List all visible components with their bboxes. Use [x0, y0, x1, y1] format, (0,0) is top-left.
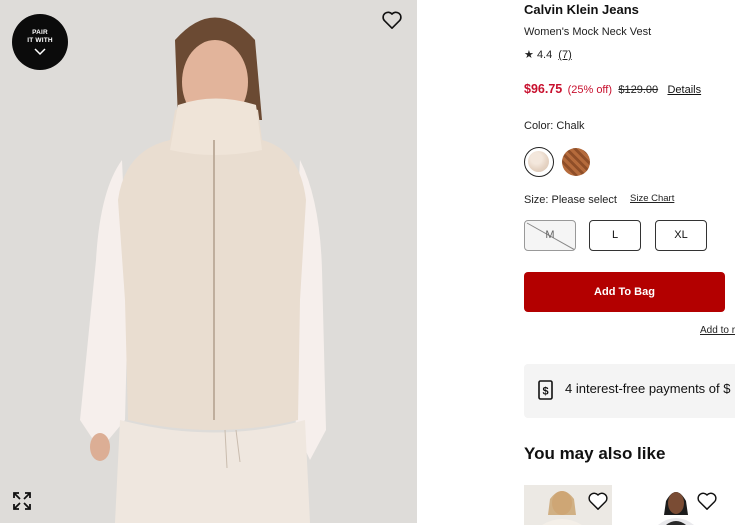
price-details-link[interactable]: Details — [667, 84, 701, 96]
color-label: Color: Chalk — [524, 120, 585, 132]
discount-percent: (25% off) — [567, 84, 613, 96]
installment-banner[interactable]: $ 4 interest-free payments of $ — [524, 364, 735, 418]
original-price: $129.00 — [618, 84, 659, 96]
pair-it-with-button[interactable]: PAIR IT WITH — [12, 14, 68, 70]
svg-text:$: $ — [542, 386, 548, 398]
product-photo — [0, 0, 417, 523]
review-count-link[interactable]: (7) — [558, 49, 571, 61]
product-image-gallery[interactable]: PAIR IT WITH — [0, 0, 417, 523]
product-name: Women's Mock Neck Vest — [524, 26, 652, 38]
rating-value: 4.4 — [536, 49, 553, 61]
pair-label-line2: IT WITH — [27, 37, 53, 44]
star-icon: ★ — [524, 49, 534, 61]
size-option-xl[interactable]: XL — [655, 220, 707, 251]
add-to-bag-button[interactable]: Add To Bag — [524, 272, 725, 312]
price-row: $96.75 (25% off) $129.00 Details — [524, 82, 701, 96]
installment-text: 4 interest-free payments of $ — [565, 381, 731, 396]
chevron-down-icon — [34, 48, 46, 56]
size-label: Size: Please select — [524, 194, 617, 206]
sale-price: $96.75 — [524, 82, 563, 96]
add-to-registry-link[interactable]: Add to r — [700, 325, 735, 336]
recommendations-title: You may also like — [524, 444, 666, 463]
size-chart-link[interactable]: Size Chart — [630, 193, 674, 204]
expand-icon[interactable] — [12, 491, 32, 511]
size-option-l[interactable]: L — [589, 220, 641, 251]
brand-name[interactable]: Calvin Klein Jeans — [524, 2, 639, 17]
heart-icon[interactable] — [696, 491, 718, 511]
swatch-brown[interactable] — [562, 148, 590, 176]
pair-label-line1: PAIR — [32, 29, 48, 36]
size-m-label: M — [545, 229, 555, 241]
heart-icon[interactable] — [587, 491, 609, 511]
dollar-bill-icon: $ — [538, 380, 553, 400]
swatch-chalk[interactable] — [524, 147, 554, 177]
heart-icon[interactable] — [381, 10, 403, 30]
rating: ★ 4.4 (7) — [524, 48, 572, 61]
swatch-chalk-fill — [528, 151, 549, 172]
size-option-m[interactable]: M — [524, 220, 576, 251]
